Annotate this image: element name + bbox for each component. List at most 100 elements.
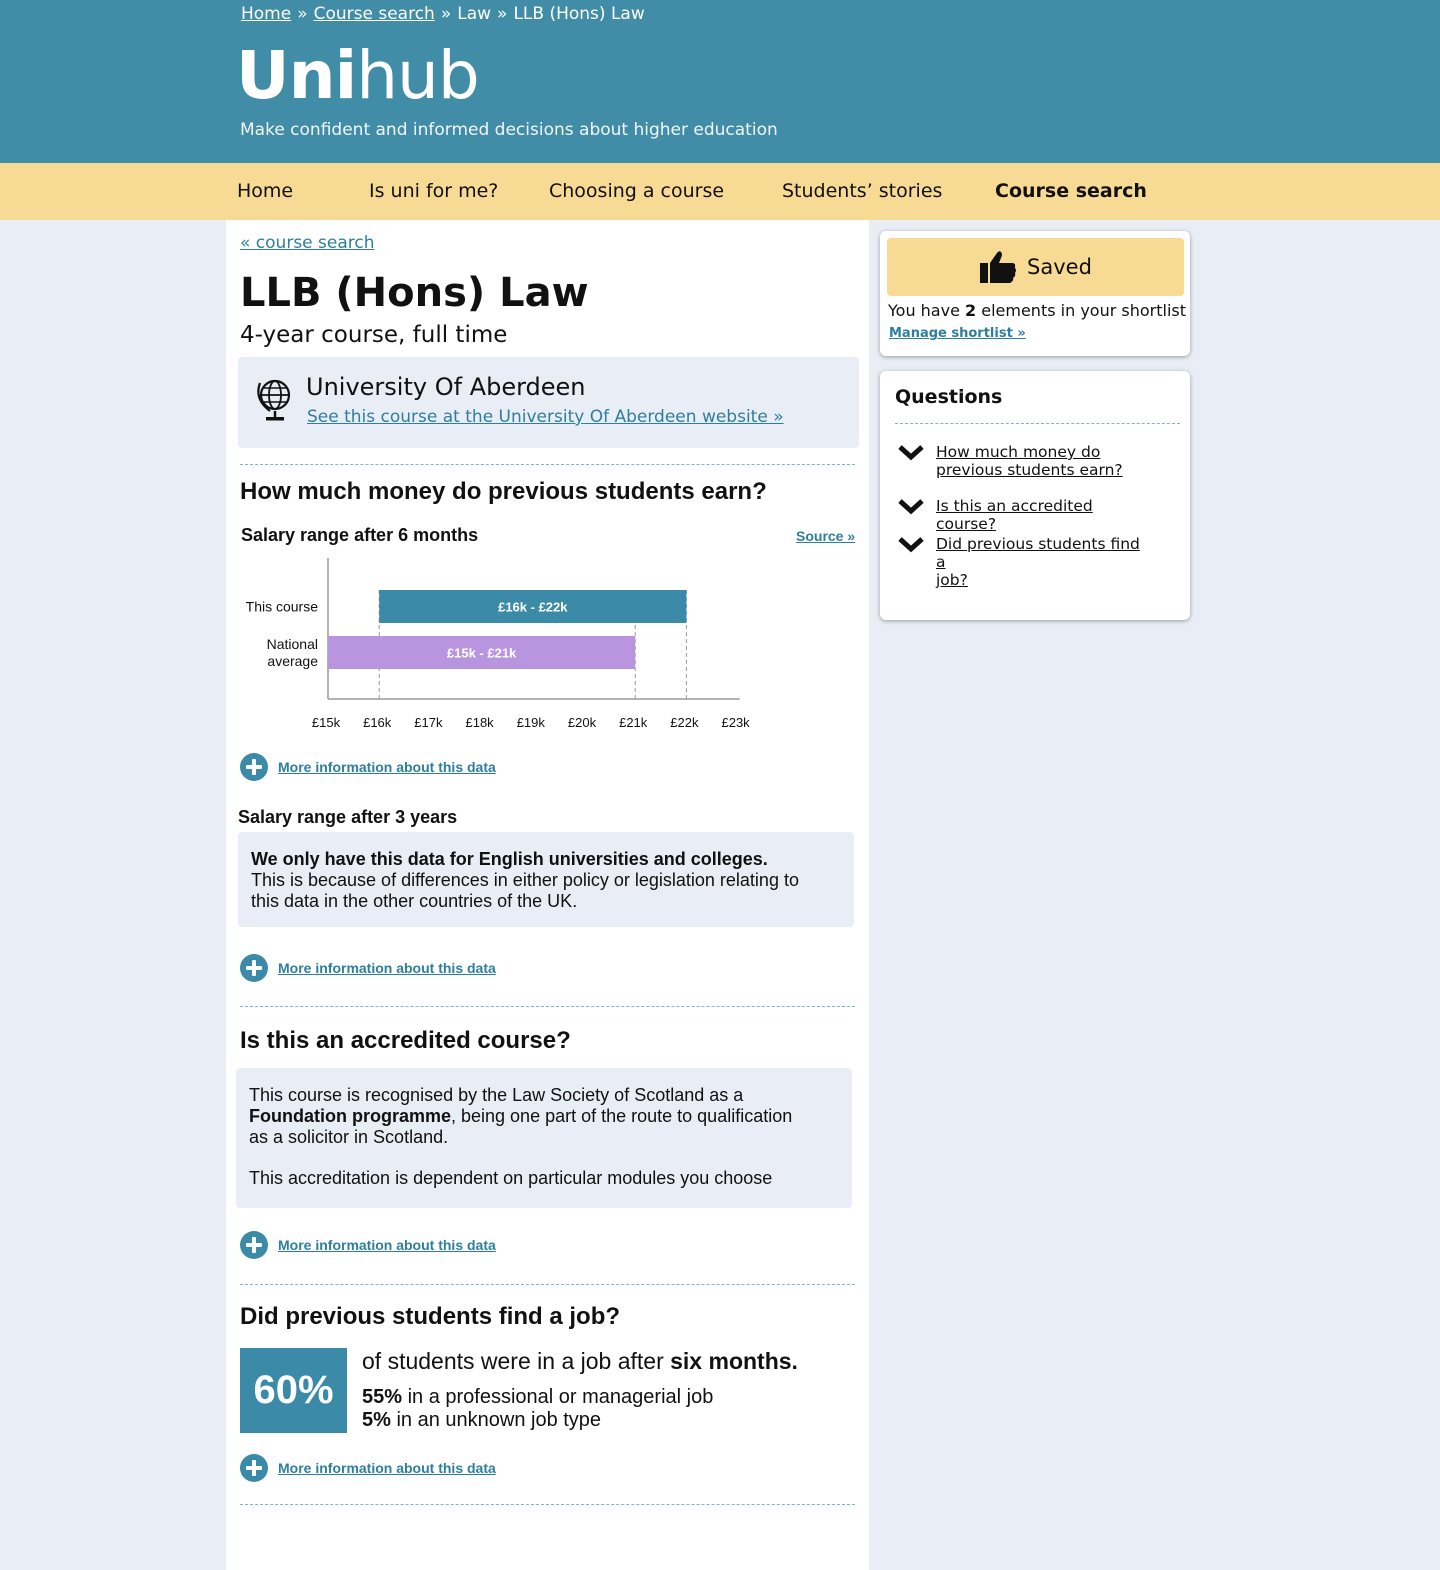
section-divider	[240, 1504, 855, 1505]
chart-tick-label: £17k	[414, 715, 443, 730]
chart-tick-label: £16k	[363, 715, 392, 730]
question-link-accreditation[interactable]: Is this an accredited course?	[936, 497, 1151, 533]
chart-tick-label: £19k	[517, 715, 546, 730]
chart-category-label: average	[267, 653, 318, 669]
chart-grid	[327, 558, 740, 700]
chart-category-label: National	[267, 636, 318, 652]
more-info-row: More information about this data	[240, 1230, 496, 1260]
salary-range-chart: £16k - £22k £15k - £21k This course Nationa…	[246, 558, 750, 730]
breadcrumb-law: Law	[457, 4, 492, 24]
site-logo[interactable]: Unihub	[236, 36, 480, 116]
nav-item-home[interactable]: Home	[237, 180, 293, 202]
accreditation-modules-note: This accreditation is dependent on parti…	[249, 1168, 773, 1188]
shortlist-text: You have	[888, 301, 966, 320]
nav-item-is-uni-for-me[interactable]: Is uni for me?	[369, 180, 498, 202]
unknown-job-stat: 5% in an unknown job type	[362, 1409, 601, 1432]
chart-data-label: £15k - £21k	[447, 646, 517, 661]
chevron-down-icon	[898, 445, 924, 461]
chart-tick-label: £22k	[670, 715, 699, 730]
more-info-link[interactable]: More information about this data	[278, 759, 496, 775]
logo-bold-part: Uni	[236, 37, 357, 114]
accreditation-box: This course is recognised by the Law Soc…	[236, 1068, 852, 1208]
site-tagline: Make confident and informed decisions ab…	[240, 120, 778, 140]
breadcrumb: Home» Course search» Law» LLB (Hons) Law	[241, 4, 645, 24]
more-info-row: More information about this data	[240, 953, 496, 983]
three-years-note-bold: We only have this data for English unive…	[251, 849, 768, 869]
three-years-note-line: This is because of differences in either…	[251, 870, 799, 890]
chart-tick-label: £15k	[312, 715, 341, 730]
more-info-link[interactable]: More information about this data	[278, 1237, 496, 1253]
saved-label: Saved	[1027, 255, 1092, 279]
employment-percentage: 60%	[240, 1348, 347, 1433]
question-link-text: job?	[936, 571, 968, 589]
question-link-text: Did previous students find a	[936, 535, 1140, 571]
nav-item-students-stories[interactable]: Students’ stories	[782, 180, 942, 202]
question-item[interactable]: Did previous students find a job?	[898, 535, 1151, 589]
logo-light-part: hub	[356, 37, 480, 114]
questions-title: Questions	[895, 386, 1003, 408]
breadcrumb-separator: »	[440, 4, 452, 24]
chart-tick-label: £20k	[568, 715, 597, 730]
plus-circle-icon[interactable]	[240, 1231, 268, 1259]
saved-button[interactable]: Saved	[887, 238, 1184, 296]
university-website-link[interactable]: See this course at the University Of Abe…	[307, 407, 784, 427]
chart-category-label: This course	[246, 599, 319, 615]
salary-6-months-title: Salary range after 6 months	[241, 525, 479, 545]
more-info-link[interactable]: More information about this data	[278, 960, 496, 976]
question-link-jobs[interactable]: Did previous students find a job?	[936, 535, 1151, 589]
globe-icon	[257, 379, 291, 421]
chevron-down-icon	[898, 537, 924, 553]
accreditation-section-title: Is this an accredited course?	[240, 1027, 571, 1054]
plus-circle-icon[interactable]	[240, 1454, 268, 1482]
shortlist-card: Saved You have 2 elements in your shortl…	[880, 231, 1190, 356]
employment-headline-text: of students were in a job after	[362, 1348, 671, 1374]
main-nav: Home Is uni for me? Choosing a course St…	[0, 163, 1440, 220]
manage-shortlist-link[interactable]: Manage shortlist »	[889, 326, 1026, 341]
section-divider	[240, 1006, 855, 1007]
back-to-course-search-link[interactable]: « course search	[240, 233, 375, 253]
university-box: University Of Aberdeen See this course a…	[238, 357, 859, 448]
site-header: Home» Course search» Law» LLB (Hons) Law Un…	[0, 0, 1440, 163]
jobs-section-title: Did previous students find a job?	[240, 1303, 621, 1330]
shortlist-count-text: You have 2 elements in your shortlist	[888, 301, 1186, 320]
accreditation-text: This course is recognised by the Law Soc…	[249, 1085, 744, 1105]
unknown-job-percent: 5%	[362, 1409, 391, 1431]
source-link[interactable]: Source »	[796, 528, 855, 544]
question-link-text: previous students earn?	[936, 461, 1123, 479]
three-years-note-box: We only have this data for English unive…	[238, 832, 854, 927]
question-link-text: How much money do	[936, 443, 1101, 461]
accreditation-text: as a solicitor in Scotland.	[249, 1127, 449, 1147]
shortlist-count: 2	[965, 301, 977, 320]
more-info-row: More information about this data	[240, 1453, 496, 1483]
section-divider	[240, 464, 855, 465]
chart-tick-label: £23k	[721, 715, 750, 730]
question-link-earnings[interactable]: How much money do previous students earn?	[936, 443, 1151, 479]
plus-circle-icon[interactable]	[240, 753, 268, 781]
chart-tick-label: £18k	[465, 715, 494, 730]
employment-headline: of students were in a job after six mont…	[362, 1348, 798, 1375]
section-divider	[240, 1284, 855, 1285]
three-years-note-line: this data in the other countries of the …	[251, 891, 578, 911]
course-subtitle: 4-year course, full time	[240, 322, 508, 348]
accreditation-text: , being one part of the route to qualifi…	[451, 1106, 793, 1126]
unknown-job-text: in an unknown job type	[390, 1409, 602, 1431]
nav-item-choosing-a-course[interactable]: Choosing a course	[549, 180, 724, 202]
university-name: University Of Aberdeen	[306, 373, 586, 401]
plus-circle-icon[interactable]	[240, 954, 268, 982]
more-info-link[interactable]: More information about this data	[278, 1460, 496, 1476]
course-title: LLB (Hons) Law	[240, 270, 589, 316]
breadcrumb-course-search-link[interactable]: Course search	[314, 4, 435, 24]
professional-job-text: in a professional or managerial job	[402, 1386, 714, 1408]
salary-3-years-title: Salary range after 3 years	[238, 807, 458, 827]
thumbs-up-icon	[980, 251, 1017, 283]
professional-job-stat: 55% in a professional or managerial job	[362, 1386, 713, 1409]
salary-section-title: How much money do previous students earn…	[240, 478, 767, 505]
more-info-row: More information about this data	[240, 752, 496, 782]
chart-tick-label: £21k	[619, 715, 648, 730]
nav-item-course-search[interactable]: Course search	[995, 180, 1147, 202]
question-item[interactable]: How much money do previous students earn?	[898, 443, 1151, 479]
breadcrumb-separator: »	[297, 4, 308, 24]
breadcrumb-home-link[interactable]: Home	[241, 4, 291, 24]
question-item[interactable]: Is this an accredited course?	[898, 497, 1151, 533]
breadcrumb-separator: »	[497, 4, 508, 24]
